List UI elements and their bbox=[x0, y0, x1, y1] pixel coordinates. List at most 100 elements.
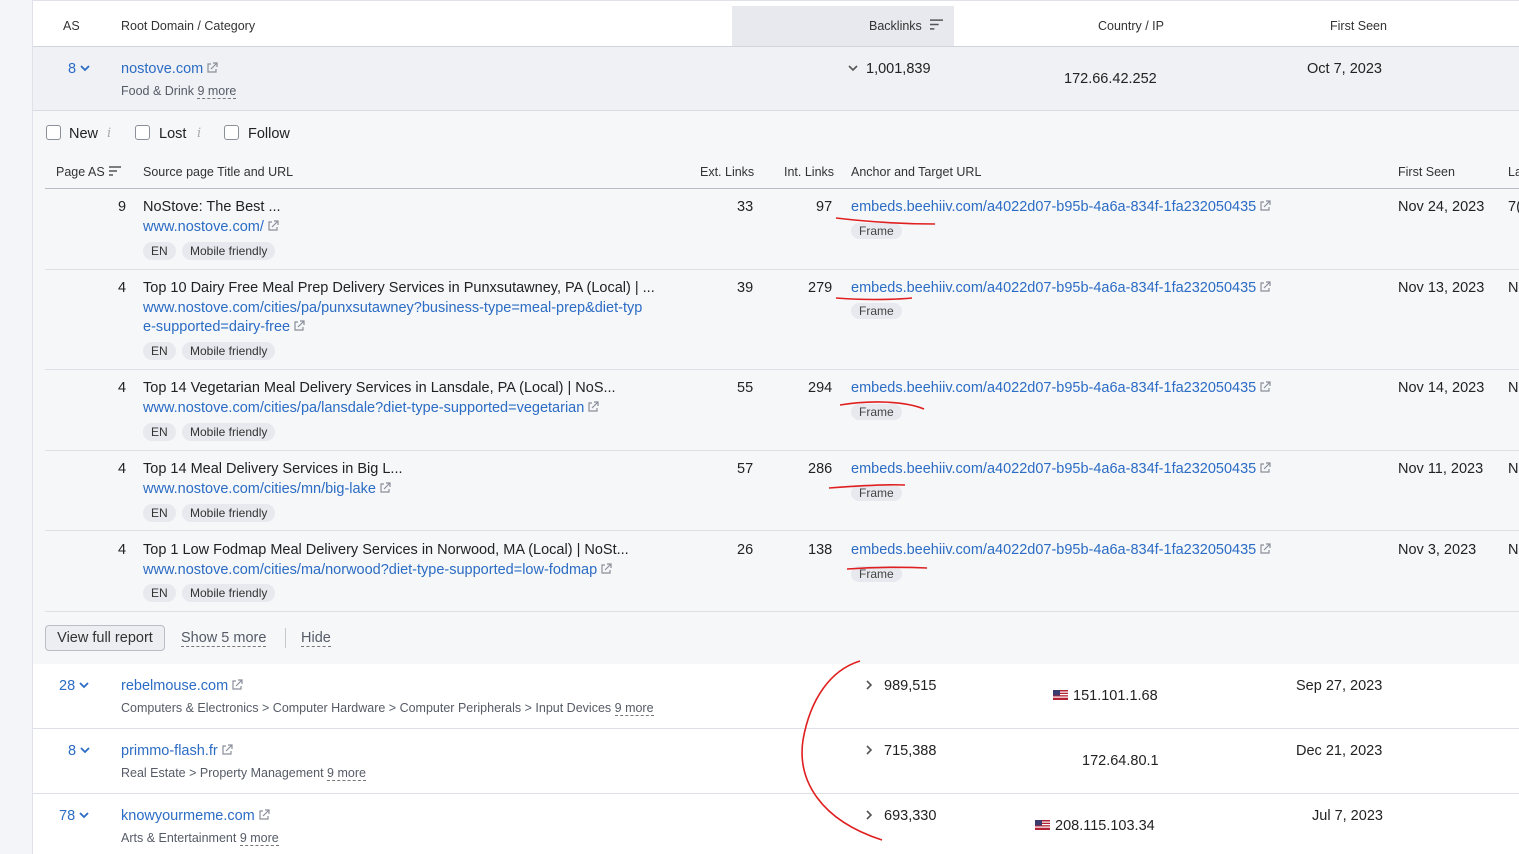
domain-ip: 151.101.1.68 bbox=[1053, 688, 1158, 704]
domain-link[interactable]: knowyourmeme.com bbox=[121, 808, 270, 824]
domain-category: Real Estate > Property Management 9 more bbox=[121, 766, 366, 781]
external-link-icon[interactable] bbox=[267, 220, 279, 232]
int-links: 97 bbox=[816, 199, 833, 215]
header-root-domain[interactable]: Root Domain / Category bbox=[121, 19, 255, 33]
sub-header-last-seen[interactable]: La bbox=[1508, 165, 1519, 179]
backlinks-count[interactable]: 693,330 bbox=[864, 808, 936, 824]
external-link-icon[interactable] bbox=[1259, 543, 1271, 555]
external-link-icon[interactable] bbox=[1259, 462, 1271, 474]
external-link-icon[interactable] bbox=[379, 482, 391, 494]
header-country-ip[interactable]: Country / IP bbox=[1098, 19, 1164, 33]
anchor-url[interactable]: embeds.beehiiv.com/a4022d07-b95b-4a6a-83… bbox=[851, 280, 1271, 296]
anchor-url[interactable]: embeds.beehiiv.com/a4022d07-b95b-4a6a-83… bbox=[851, 461, 1271, 477]
source-url[interactable]: www.nostove.com/cities/pa/lansdale?diet-… bbox=[143, 400, 599, 416]
external-link-icon[interactable] bbox=[1259, 281, 1271, 293]
first-seen: Nov 14, 2023 bbox=[1398, 380, 1485, 396]
frame-tag: Frame bbox=[851, 404, 902, 420]
more-categories-link[interactable]: 9 more bbox=[614, 701, 654, 716]
last-seen: N bbox=[1508, 280, 1519, 296]
chevron-down-icon[interactable] bbox=[848, 63, 858, 73]
backlinks-count[interactable]: 989,515 bbox=[864, 678, 936, 694]
backlinks-count[interactable]: 715,388 bbox=[864, 743, 936, 759]
domain-link[interactable]: nostove.com bbox=[121, 61, 218, 77]
chevron-down-icon bbox=[79, 812, 89, 819]
more-categories-link[interactable]: 9 more bbox=[197, 84, 237, 99]
external-link-icon[interactable] bbox=[231, 679, 243, 691]
source-title: Top 14 Meal Delivery Services in Big L..… bbox=[143, 461, 403, 477]
int-links: 138 bbox=[808, 542, 833, 558]
domain-as-toggle[interactable]: 8 bbox=[68, 61, 90, 77]
new-checkbox[interactable] bbox=[46, 125, 61, 140]
divider bbox=[45, 611, 1519, 612]
source-url[interactable]: www.nostove.com/cities/pa/punxsutawney?b… bbox=[143, 300, 642, 316]
follow-checkbox[interactable] bbox=[224, 125, 239, 140]
last-seen: 7( bbox=[1508, 199, 1519, 215]
last-seen: N bbox=[1508, 542, 1519, 558]
expanded-domain-row[interactable]: 8 nostove.com Food & Drink 9 more 1,001,… bbox=[33, 47, 1519, 111]
divider bbox=[45, 269, 1519, 270]
lost-checkbox[interactable] bbox=[135, 125, 150, 140]
anchor-url[interactable]: embeds.beehiiv.com/a4022d07-b95b-4a6a-83… bbox=[851, 380, 1271, 396]
lost-filter-label[interactable]: Lost bbox=[159, 126, 186, 142]
language-tag: EN bbox=[143, 423, 176, 441]
external-link-icon[interactable] bbox=[221, 744, 233, 756]
first-seen: Nov 13, 2023 bbox=[1398, 280, 1485, 296]
external-link-icon[interactable] bbox=[258, 809, 270, 821]
chevron-right-icon[interactable] bbox=[864, 810, 874, 820]
domain-ip: 172.64.80.1 bbox=[1082, 753, 1159, 769]
source-url-continued[interactable]: e-supported=dairy-free bbox=[143, 319, 305, 335]
source-url[interactable]: www.nostove.com/ bbox=[143, 219, 279, 235]
sub-header-page-as[interactable]: Page AS bbox=[56, 165, 121, 179]
frame-tag: Frame bbox=[851, 566, 902, 582]
int-links: 286 bbox=[808, 461, 833, 477]
external-link-icon[interactable] bbox=[206, 62, 218, 74]
divider bbox=[33, 793, 1519, 794]
chevron-down-icon bbox=[80, 65, 90, 72]
ext-links: 26 bbox=[737, 542, 754, 558]
header-first-seen[interactable]: First Seen bbox=[1330, 19, 1387, 33]
mobile-friendly-tag: Mobile friendly bbox=[182, 342, 276, 360]
sub-header-ext-links[interactable]: Ext. Links bbox=[700, 165, 754, 179]
source-title: Top 10 Dairy Free Meal Prep Delivery Ser… bbox=[143, 280, 655, 296]
domain-as-toggle[interactable]: 78 bbox=[59, 808, 89, 824]
sub-header-source[interactable]: Source page Title and URL bbox=[143, 165, 293, 179]
chevron-right-icon[interactable] bbox=[864, 680, 874, 690]
chevron-right-icon[interactable] bbox=[864, 745, 874, 755]
anchor-url[interactable]: embeds.beehiiv.com/a4022d07-b95b-4a6a-83… bbox=[851, 542, 1271, 558]
hide-link[interactable]: Hide bbox=[301, 630, 331, 647]
page-as: 4 bbox=[118, 280, 127, 296]
language-tag: EN bbox=[143, 242, 176, 260]
source-url[interactable]: www.nostove.com/cities/mn/big-lake bbox=[143, 481, 391, 497]
domain-as-toggle[interactable]: 8 bbox=[68, 743, 90, 759]
external-link-icon[interactable] bbox=[600, 563, 612, 575]
view-full-report-button[interactable]: View full report bbox=[45, 625, 165, 651]
header-backlinks[interactable]: Backlinks bbox=[869, 19, 944, 33]
info-icon[interactable]: i bbox=[197, 126, 201, 141]
new-filter-label[interactable]: New bbox=[69, 126, 98, 142]
domain-category: Computers & Electronics > Computer Hardw… bbox=[121, 701, 654, 716]
follow-filter-label[interactable]: Follow bbox=[248, 126, 290, 142]
divider bbox=[45, 530, 1519, 531]
info-icon[interactable]: i bbox=[107, 126, 111, 141]
header-as[interactable]: AS bbox=[63, 19, 80, 33]
sub-header-anchor[interactable]: Anchor and Target URL bbox=[851, 165, 981, 179]
backlinks-count[interactable]: 1,001,839 bbox=[848, 61, 931, 77]
domain-as-toggle[interactable]: 28 bbox=[59, 678, 89, 694]
int-links: 294 bbox=[808, 380, 833, 396]
show-more-link[interactable]: Show 5 more bbox=[181, 630, 267, 647]
external-link-icon[interactable] bbox=[1259, 381, 1271, 393]
more-categories-link[interactable]: 9 more bbox=[239, 831, 279, 846]
external-link-icon[interactable] bbox=[293, 320, 305, 332]
sub-header-int-links[interactable]: Int. Links bbox=[784, 165, 834, 179]
more-categories-link[interactable]: 9 more bbox=[327, 766, 366, 781]
source-url[interactable]: www.nostove.com/cities/ma/norwood?diet-t… bbox=[143, 562, 612, 578]
domain-first-seen: Oct 7, 2023 bbox=[1307, 61, 1382, 77]
int-links: 279 bbox=[808, 280, 833, 296]
domain-link[interactable]: rebelmouse.com bbox=[121, 678, 243, 694]
external-link-icon[interactable] bbox=[587, 401, 599, 413]
external-link-icon[interactable] bbox=[1259, 200, 1271, 212]
anchor-url[interactable]: embeds.beehiiv.com/a4022d07-b95b-4a6a-83… bbox=[851, 199, 1271, 215]
domain-category: Food & Drink 9 more bbox=[121, 84, 237, 99]
domain-link[interactable]: primmo-flash.fr bbox=[121, 743, 233, 759]
sub-header-first-seen[interactable]: First Seen bbox=[1398, 165, 1455, 179]
